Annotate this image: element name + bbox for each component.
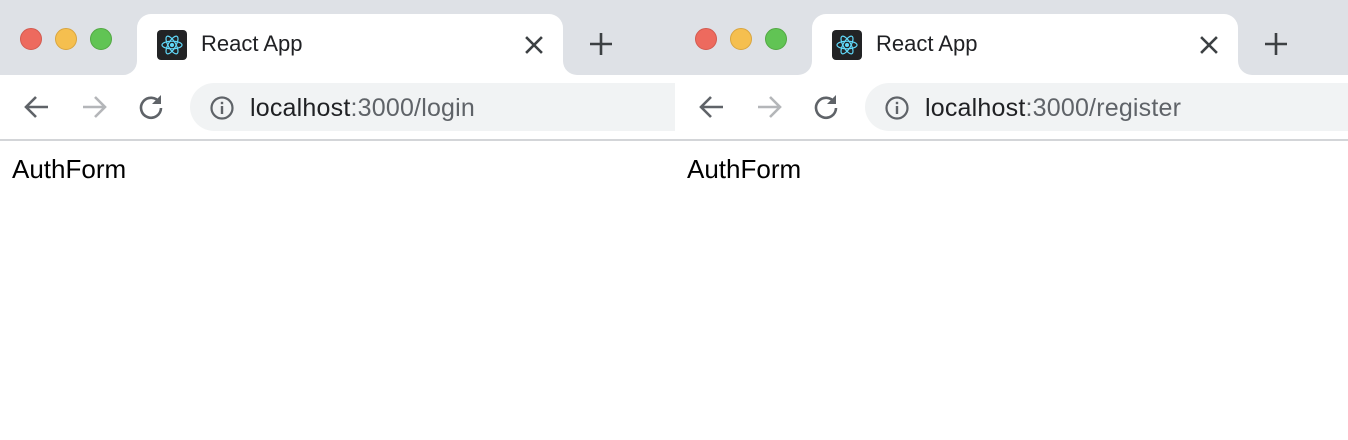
- address-bar[interactable]: localhost:3000/register: [865, 83, 1348, 131]
- arrow-right-icon[interactable]: [755, 93, 783, 121]
- info-icon[interactable]: [209, 95, 235, 121]
- page-text: AuthForm: [12, 154, 127, 184]
- browser-window-register: React App localhost:3000/register AuthFo…: [675, 0, 1348, 440]
- reload-icon[interactable]: [812, 93, 840, 121]
- browser-toolbar: localhost:3000/register: [675, 75, 1348, 139]
- tab-react-app[interactable]: React App: [812, 14, 1238, 75]
- url-host: localhost: [250, 94, 351, 122]
- info-icon[interactable]: [884, 95, 910, 121]
- arrow-right-icon[interactable]: [80, 93, 108, 121]
- url-host: localhost: [925, 94, 1026, 122]
- window-minimize-button[interactable]: [55, 28, 77, 50]
- tab-react-app[interactable]: React App: [137, 14, 563, 75]
- page-text: AuthForm: [687, 154, 802, 184]
- react-logo-icon: [157, 30, 187, 60]
- window-minimize-button[interactable]: [730, 28, 752, 50]
- url-text: localhost:3000/login: [250, 94, 475, 123]
- url-path: :3000/register: [1025, 94, 1182, 122]
- window-close-button[interactable]: [695, 28, 717, 50]
- browser-window-login: React App localhost:3000/login AuthForm: [0, 0, 675, 440]
- plus-icon[interactable]: [588, 31, 614, 57]
- window-zoom-button[interactable]: [90, 28, 112, 50]
- arrow-left-icon[interactable]: [698, 93, 726, 121]
- react-logo-icon: [832, 30, 862, 60]
- tab-strip: React App: [0, 0, 675, 75]
- window-zoom-button[interactable]: [765, 28, 787, 50]
- reload-icon[interactable]: [137, 93, 165, 121]
- url-path: :3000/login: [350, 94, 476, 122]
- plus-icon[interactable]: [1263, 31, 1289, 57]
- tab-title: React App: [876, 31, 978, 56]
- close-icon[interactable]: [523, 34, 545, 56]
- close-icon[interactable]: [1198, 34, 1220, 56]
- browser-toolbar: localhost:3000/login: [0, 75, 675, 139]
- screenshot-stage: React App localhost:3000/login AuthForm …: [0, 0, 1348, 440]
- address-bar[interactable]: localhost:3000/login: [190, 83, 675, 131]
- tab-strip: React App: [675, 0, 1348, 75]
- window-close-button[interactable]: [20, 28, 42, 50]
- arrow-left-icon[interactable]: [23, 93, 51, 121]
- page-content: AuthForm: [0, 141, 675, 440]
- url-text: localhost:3000/register: [925, 94, 1181, 123]
- page-content: AuthForm: [675, 141, 1348, 440]
- tab-title: React App: [201, 31, 303, 56]
